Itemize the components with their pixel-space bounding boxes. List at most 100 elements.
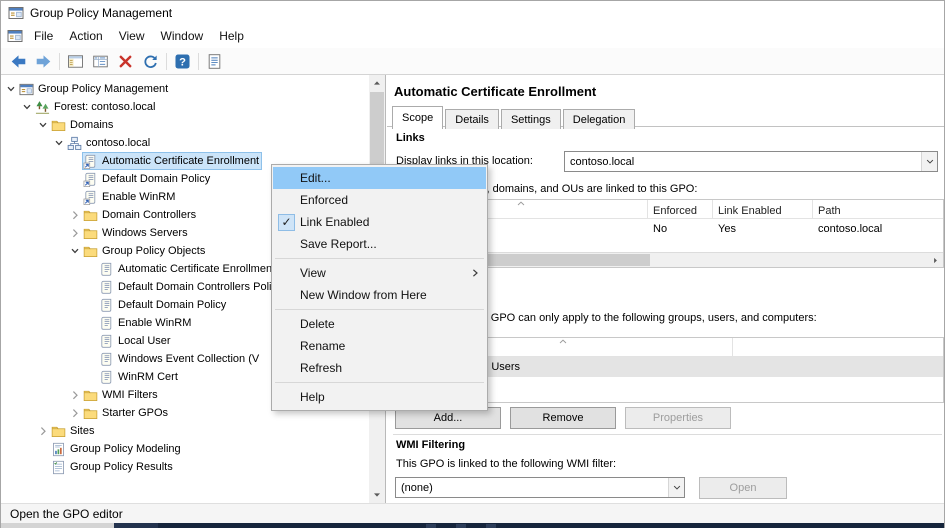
toolbar: ? — [1, 48, 944, 75]
export-list-button[interactable] — [88, 50, 113, 73]
tree-item-content: Automatic Certificate Enrollment — [82, 152, 262, 170]
tree-item-label: contoso.local — [86, 137, 150, 149]
tree-item-label: Default Domain Controllers Policy — [118, 281, 282, 293]
taskbar-icon[interactable] — [456, 524, 466, 528]
status-text: Open the GPO editor — [10, 507, 123, 521]
toolbar-separator — [166, 53, 167, 70]
folder-icon — [83, 388, 98, 403]
tree-item-group-policy-management[interactable]: Group Policy Management — [1, 80, 368, 98]
tab-strip: Scope Details Settings Delegation — [392, 106, 945, 127]
scroll-up-icon[interactable] — [369, 75, 385, 91]
menu-item-label: View — [300, 266, 464, 280]
tree-item-label: Default Domain Policy — [118, 299, 226, 311]
properties-button[interactable]: Properties — [625, 407, 731, 429]
menu-separator — [275, 382, 484, 383]
link-enabled-cell: Yes — [713, 223, 813, 235]
forward-button[interactable] — [31, 50, 56, 73]
chevron-collapsed-icon[interactable] — [69, 227, 81, 239]
menu-help[interactable]: Help — [211, 25, 252, 47]
tab-details[interactable]: Details — [445, 109, 499, 129]
dropdown-arrow-icon[interactable] — [921, 152, 937, 171]
app-icon — [8, 5, 24, 21]
gpo-link-icon — [83, 190, 98, 205]
start-button-sliver[interactable] — [114, 523, 158, 528]
tree-item-domains[interactable]: Domains — [1, 116, 368, 134]
context-menu-item-view[interactable]: View — [273, 262, 486, 284]
tree-item-label: Starter GPOs — [102, 407, 168, 419]
properties-icon — [206, 53, 223, 70]
results-icon — [51, 460, 66, 475]
column-header-path[interactable]: Path — [813, 200, 943, 218]
menu-file[interactable]: File — [26, 25, 61, 47]
gpo-icon — [99, 352, 114, 367]
dropdown-arrow-icon[interactable] — [668, 478, 684, 497]
menu-item-label: Edit... — [300, 171, 464, 185]
scroll-right-icon[interactable] — [928, 253, 943, 267]
column-header-enforced[interactable]: Enforced — [648, 200, 713, 218]
tree-item-label: Enable WinRM — [118, 317, 191, 329]
folder-icon — [51, 424, 66, 439]
menu-view[interactable]: View — [111, 25, 153, 47]
chevron-expanded-icon[interactable] — [69, 245, 81, 257]
chevron-expanded-icon[interactable] — [53, 137, 65, 149]
menu-action[interactable]: Action — [61, 25, 110, 47]
tab-delegation[interactable]: Delegation — [563, 109, 636, 129]
tree-item-label: Automatic Certificate Enrollment — [118, 263, 275, 275]
properties-button[interactable] — [202, 50, 227, 73]
chevron-expanded-icon[interactable] — [21, 101, 33, 113]
tree-item-contoso-local[interactable]: contoso.local — [1, 134, 368, 152]
help-button[interactable]: ? — [170, 50, 195, 73]
column-header-empty — [733, 338, 943, 356]
chevron-collapsed-icon[interactable] — [69, 209, 81, 221]
wmi-filter-combobox[interactable]: (none) — [395, 477, 685, 498]
chevron-expanded-icon[interactable] — [37, 119, 49, 131]
section-divider — [393, 434, 942, 435]
gpo-title: Automatic Certificate Enrollment — [394, 84, 596, 99]
context-menu-item-link-enabled[interactable]: ✓Link Enabled — [273, 211, 486, 233]
scroll-down-icon[interactable] — [369, 487, 385, 503]
context-menu-item-save-report[interactable]: Save Report... — [273, 233, 486, 255]
chevron-collapsed-icon[interactable] — [37, 425, 49, 437]
tree-item-forest-contoso-local[interactable]: Forest: contoso.local — [1, 98, 368, 116]
remove-button[interactable]: Remove — [510, 407, 616, 429]
context-menu-item-delete[interactable]: Delete — [273, 313, 486, 335]
context-menu-item-edit[interactable]: Edit... — [273, 167, 486, 189]
modeling-icon — [51, 442, 66, 457]
delete-button[interactable] — [113, 50, 138, 73]
chevron-expanded-icon[interactable] — [5, 83, 17, 95]
status-bar: Open the GPO editor — [1, 503, 944, 523]
taskbar-strip[interactable] — [1, 523, 944, 528]
location-combobox[interactable]: contoso.local — [564, 151, 938, 172]
open-button[interactable]: Open — [699, 477, 787, 499]
context-menu-item-refresh[interactable]: Refresh — [273, 357, 486, 379]
tree-item-label: Group Policy Management — [38, 83, 168, 95]
tree-item-content: Domains — [50, 116, 116, 134]
taskbar-icon[interactable] — [486, 524, 496, 528]
folder-icon — [83, 244, 98, 259]
menu-window[interactable]: Window — [153, 25, 212, 47]
tab-settings[interactable]: Settings — [501, 109, 561, 129]
context-menu-item-enforced[interactable]: Enforced — [273, 189, 486, 211]
back-button[interactable] — [6, 50, 31, 73]
chevron-collapsed-icon[interactable] — [69, 407, 81, 419]
enforced-cell: No — [648, 223, 713, 235]
window-title: Group Policy Management — [30, 6, 172, 20]
tree-item-group-policy-results[interactable]: Group Policy Results — [1, 458, 368, 476]
column-header-link-enabled[interactable]: Link Enabled — [713, 200, 813, 218]
refresh-button[interactable] — [138, 50, 163, 73]
tree-item-group-policy-modeling[interactable]: Group Policy Modeling — [1, 440, 368, 458]
context-menu-item-rename[interactable]: Rename — [273, 335, 486, 357]
show-console-tree-button[interactable] — [63, 50, 88, 73]
context-menu-item-new-window-from-here[interactable]: New Window from Here — [273, 284, 486, 306]
tree-item-content: Default Domain Policy — [98, 296, 229, 314]
expander-spacer — [37, 443, 49, 455]
tree-item-content: contoso.local — [66, 134, 153, 152]
tree-item-content: WinRM Cert — [98, 368, 181, 386]
context-menu-item-help[interactable]: Help — [273, 386, 486, 408]
tree-item-sites[interactable]: Sites — [1, 422, 368, 440]
tab-scope[interactable]: Scope — [392, 106, 443, 129]
chevron-collapsed-icon[interactable] — [69, 389, 81, 401]
taskbar-icon[interactable] — [426, 524, 436, 528]
tree-item-content: WMI Filters — [82, 386, 161, 404]
tree-item-content: Group Policy Results — [50, 458, 176, 476]
